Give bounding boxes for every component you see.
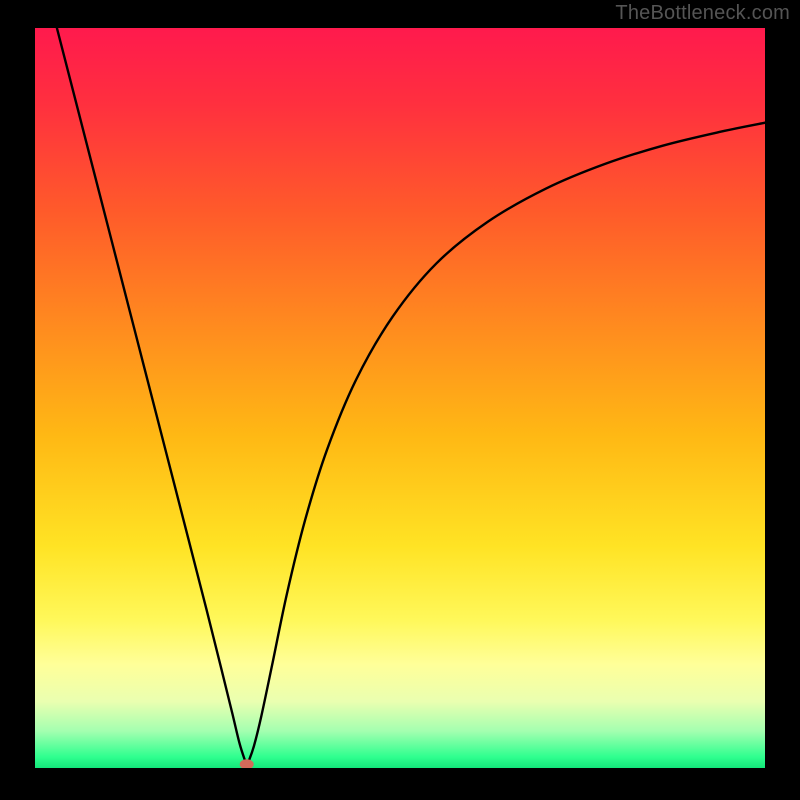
plot-area <box>35 28 765 768</box>
gradient-background <box>35 28 765 768</box>
chart-frame: TheBottleneck.com <box>0 0 800 800</box>
bottleneck-chart <box>35 28 765 768</box>
watermark-text: TheBottleneck.com <box>615 2 790 25</box>
